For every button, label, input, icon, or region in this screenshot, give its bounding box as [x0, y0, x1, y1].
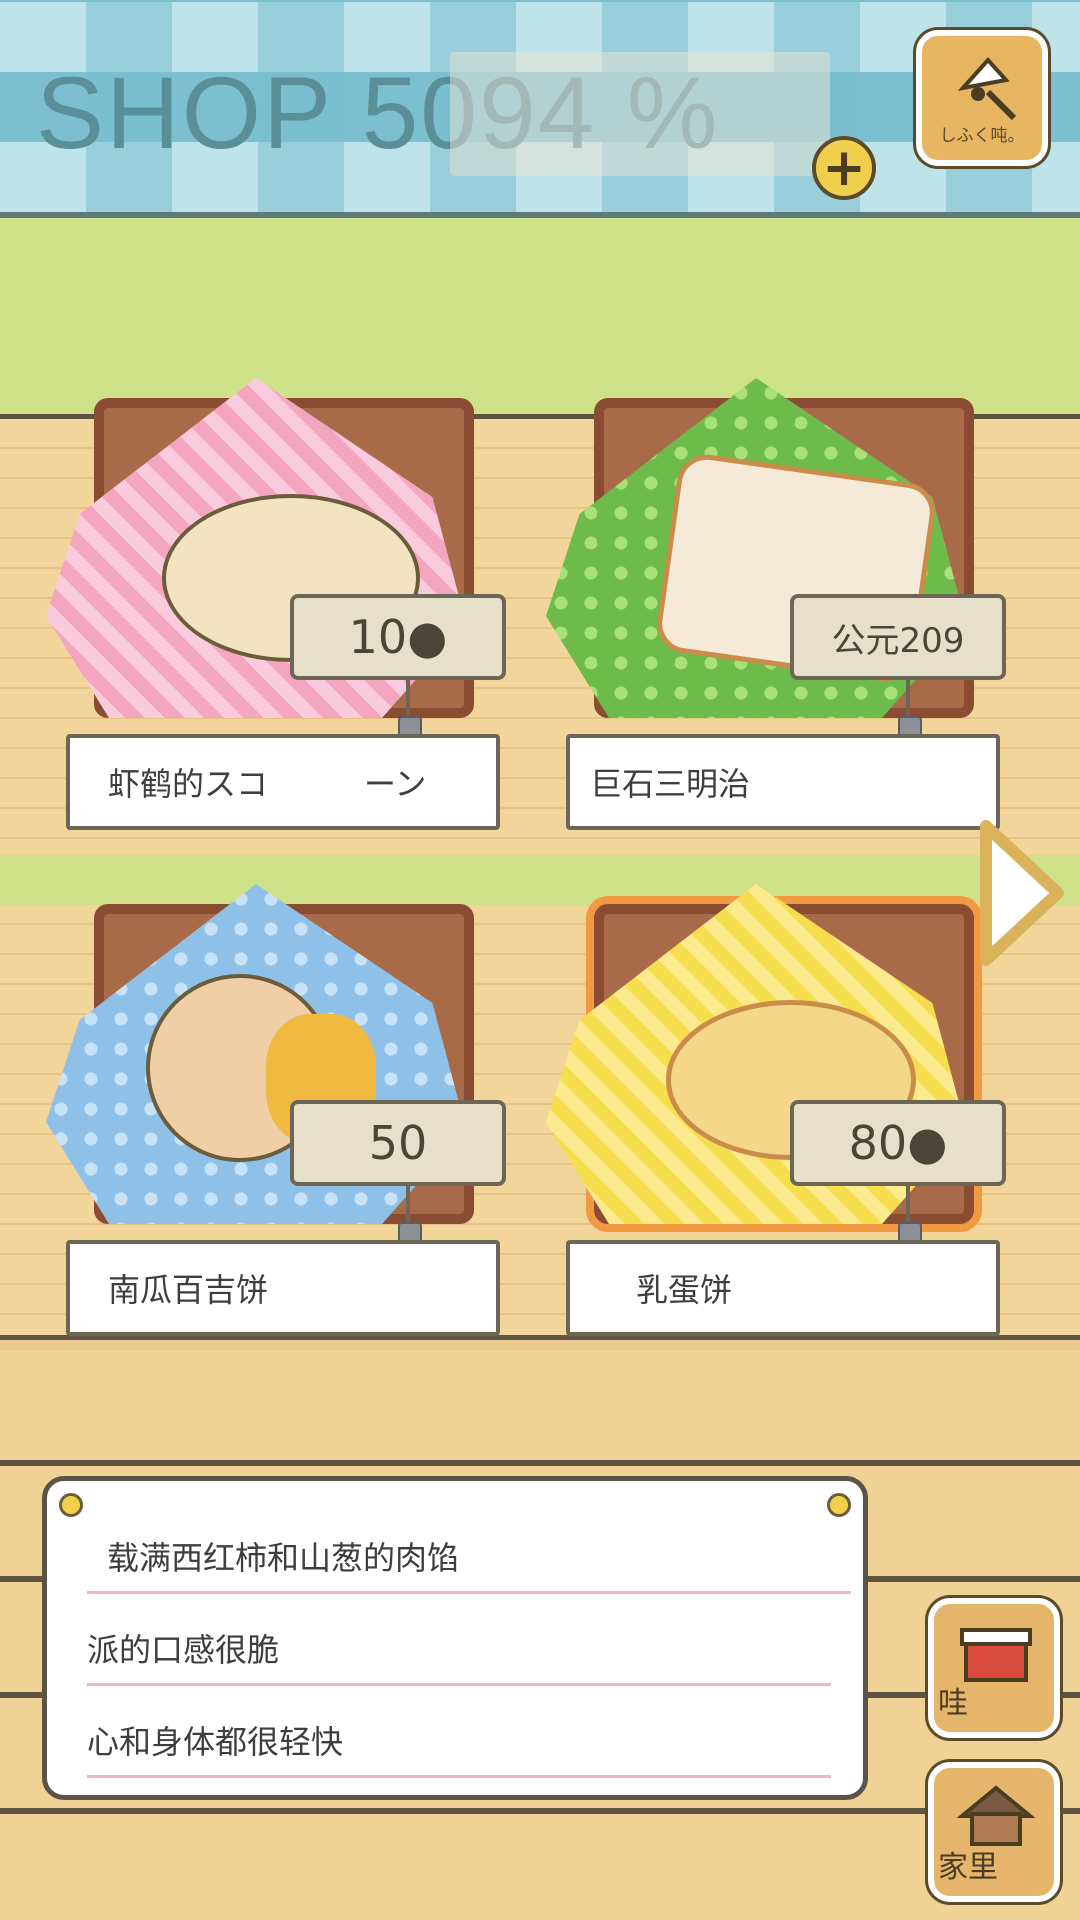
tag-string — [398, 1186, 422, 1246]
shop-label: 哇 — [938, 1686, 968, 1721]
green-wall — [0, 218, 1080, 414]
price-tag: 10● — [290, 594, 506, 680]
tag-string — [898, 680, 922, 740]
bell-label: しふく吨。 — [939, 126, 1025, 146]
item-name: 南瓜百吉饼 — [66, 1240, 500, 1336]
home-button[interactable]: 家里 — [928, 1762, 1060, 1902]
item-name: 巨石三明治 — [566, 734, 1000, 830]
price-tag: 80● — [790, 1100, 1006, 1186]
item-card-sandwich[interactable]: 公元209 巨石三明治 — [546, 378, 1006, 830]
tag-string — [898, 1186, 922, 1246]
description-panel: 载满西红柿和山葱的肉馅 派的口感很脆 心和身体都很轻快 — [42, 1476, 868, 1800]
price-tag: 公元209 — [790, 594, 1006, 680]
shop-button[interactable]: 哇 — [928, 1598, 1060, 1738]
price-tag: 50 — [290, 1100, 506, 1186]
shop-icon — [960, 1628, 1032, 1682]
pin-icon — [827, 1493, 851, 1517]
item-card-scone[interactable]: 10● 虾鹤的スコ ーン — [46, 378, 506, 830]
bell-icon — [957, 57, 1017, 121]
item-name: 虾鹤的スコ ーン — [66, 734, 500, 830]
home-label: 家里 — [938, 1850, 998, 1885]
currency-panel — [450, 52, 830, 176]
description-line: 载满西红柿和山葱的肉馅 — [87, 1521, 851, 1594]
tag-string — [398, 680, 422, 740]
add-currency-button[interactable]: + — [812, 136, 876, 200]
pin-icon — [59, 1493, 83, 1517]
item-name: 乳蛋饼 — [566, 1240, 1000, 1336]
green-wall-strip — [0, 855, 1080, 905]
description-line: 派的口感很脆 — [87, 1613, 831, 1686]
item-card-quiche[interactable]: 80● 乳蛋饼 — [546, 884, 1006, 1336]
description-line: 心和身体都很轻快 — [87, 1705, 831, 1778]
item-card-bagel[interactable]: 50 南瓜百吉饼 — [46, 884, 506, 1336]
bell-button[interactable]: しふく吨。 — [916, 30, 1048, 166]
home-icon — [956, 1785, 1036, 1846]
chevron-right-icon[interactable] — [976, 820, 1068, 966]
